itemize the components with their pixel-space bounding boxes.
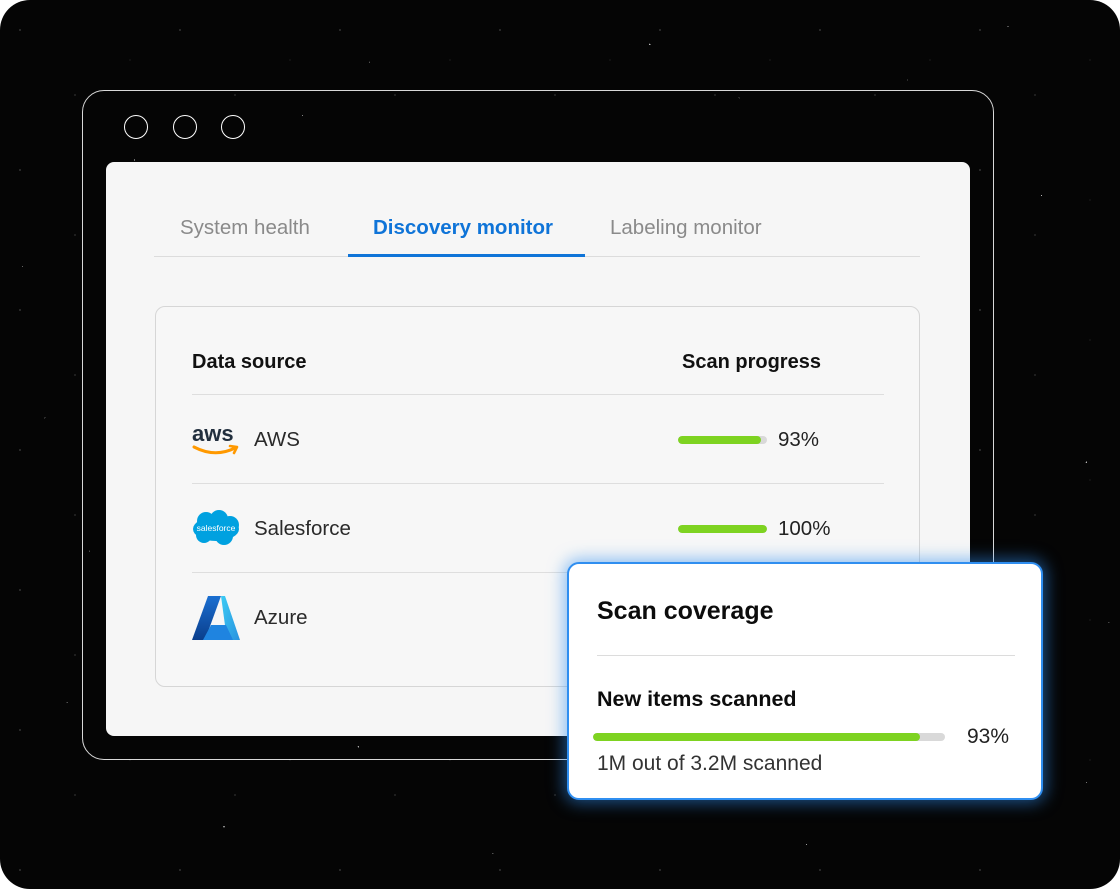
column-header-data-source: Data source [192,351,307,373]
window-control-dot-1[interactable] [124,115,148,139]
row-divider [192,394,884,395]
progress-bar-salesforce [678,525,767,533]
scanned-count-note: 1M out of 3.2M scanned [597,752,823,775]
tab-labeling-monitor[interactable]: Labeling monitor [610,196,762,257]
tab-discovery-monitor[interactable]: Discovery monitor [348,196,585,257]
progress-fill [593,733,921,741]
row-divider [192,483,884,484]
window-control-dot-3[interactable] [221,115,245,139]
salesforce-logo-icon: salesforce [193,510,239,545]
new-items-scanned-label: New items scanned [597,687,797,711]
scan-coverage-title: Scan coverage [597,597,774,625]
svg-text:salesforce: salesforce [197,523,236,533]
source-name-salesforce: Salesforce [254,517,351,540]
source-name-aws: AWS [254,428,300,451]
tab-system-health[interactable]: System health [180,196,310,257]
progress-value-aws: 93% [778,428,820,451]
new-items-progress-value: 93% [967,725,1010,748]
progress-fill [678,525,767,533]
svg-text:aws: aws [192,421,234,446]
source-name-azure: Azure [254,606,308,629]
progress-bar-aws [678,436,767,444]
new-items-progress-bar [593,733,945,741]
tab-bar: System health Discovery monitor Labeling… [154,196,920,257]
card-divider [597,655,1015,656]
aws-logo-icon: aws [192,421,239,455]
scan-coverage-card: Scan coverage New items scanned 93% 1M o… [567,562,1043,800]
window-control-dot-2[interactable] [173,115,197,139]
progress-fill [678,436,761,444]
column-header-scan-progress: Scan progress [682,351,821,373]
progress-value-salesforce: 100% [778,517,831,540]
azure-logo-icon [192,596,240,640]
